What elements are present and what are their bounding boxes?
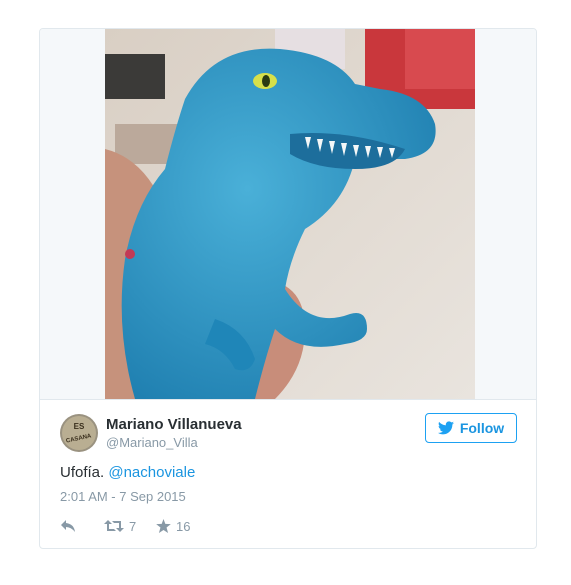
author-handle[interactable]: @Mariano_Villa: [106, 435, 198, 451]
tweet-actions: 7 16: [60, 516, 360, 536]
retweet-button[interactable]: 7: [104, 516, 136, 536]
tweet-photo[interactable]: [105, 29, 475, 399]
reply-icon: [60, 519, 76, 533]
author-name[interactable]: Mariano Villanueva: [106, 416, 242, 434]
tweet-timestamp[interactable]: 2:01 AM - 7 Sep 2015: [60, 488, 186, 505]
tweet-text: Ufofía. @nachoviale: [60, 463, 195, 483]
like-button[interactable]: 16: [156, 516, 190, 536]
like-count: 16: [176, 518, 191, 534]
tweet-body: Ufofía.: [60, 464, 105, 481]
follow-button[interactable]: Follow: [425, 413, 517, 443]
retweet-count: 7: [129, 518, 137, 534]
reply-button[interactable]: [60, 516, 76, 536]
mention-link[interactable]: @nachoviale: [108, 464, 195, 481]
avatar-text-top: ES: [74, 422, 85, 431]
star-icon: [156, 519, 171, 533]
avatar[interactable]: ES CASANA: [60, 414, 98, 452]
follow-label: Follow: [459, 420, 505, 436]
retweet-icon: [104, 519, 124, 533]
twitter-bird-icon: [437, 421, 454, 435]
tweet-media[interactable]: [40, 29, 536, 400]
tweet-card: ES CASANA Mariano Villanueva @Mariano_Vi…: [39, 28, 537, 549]
